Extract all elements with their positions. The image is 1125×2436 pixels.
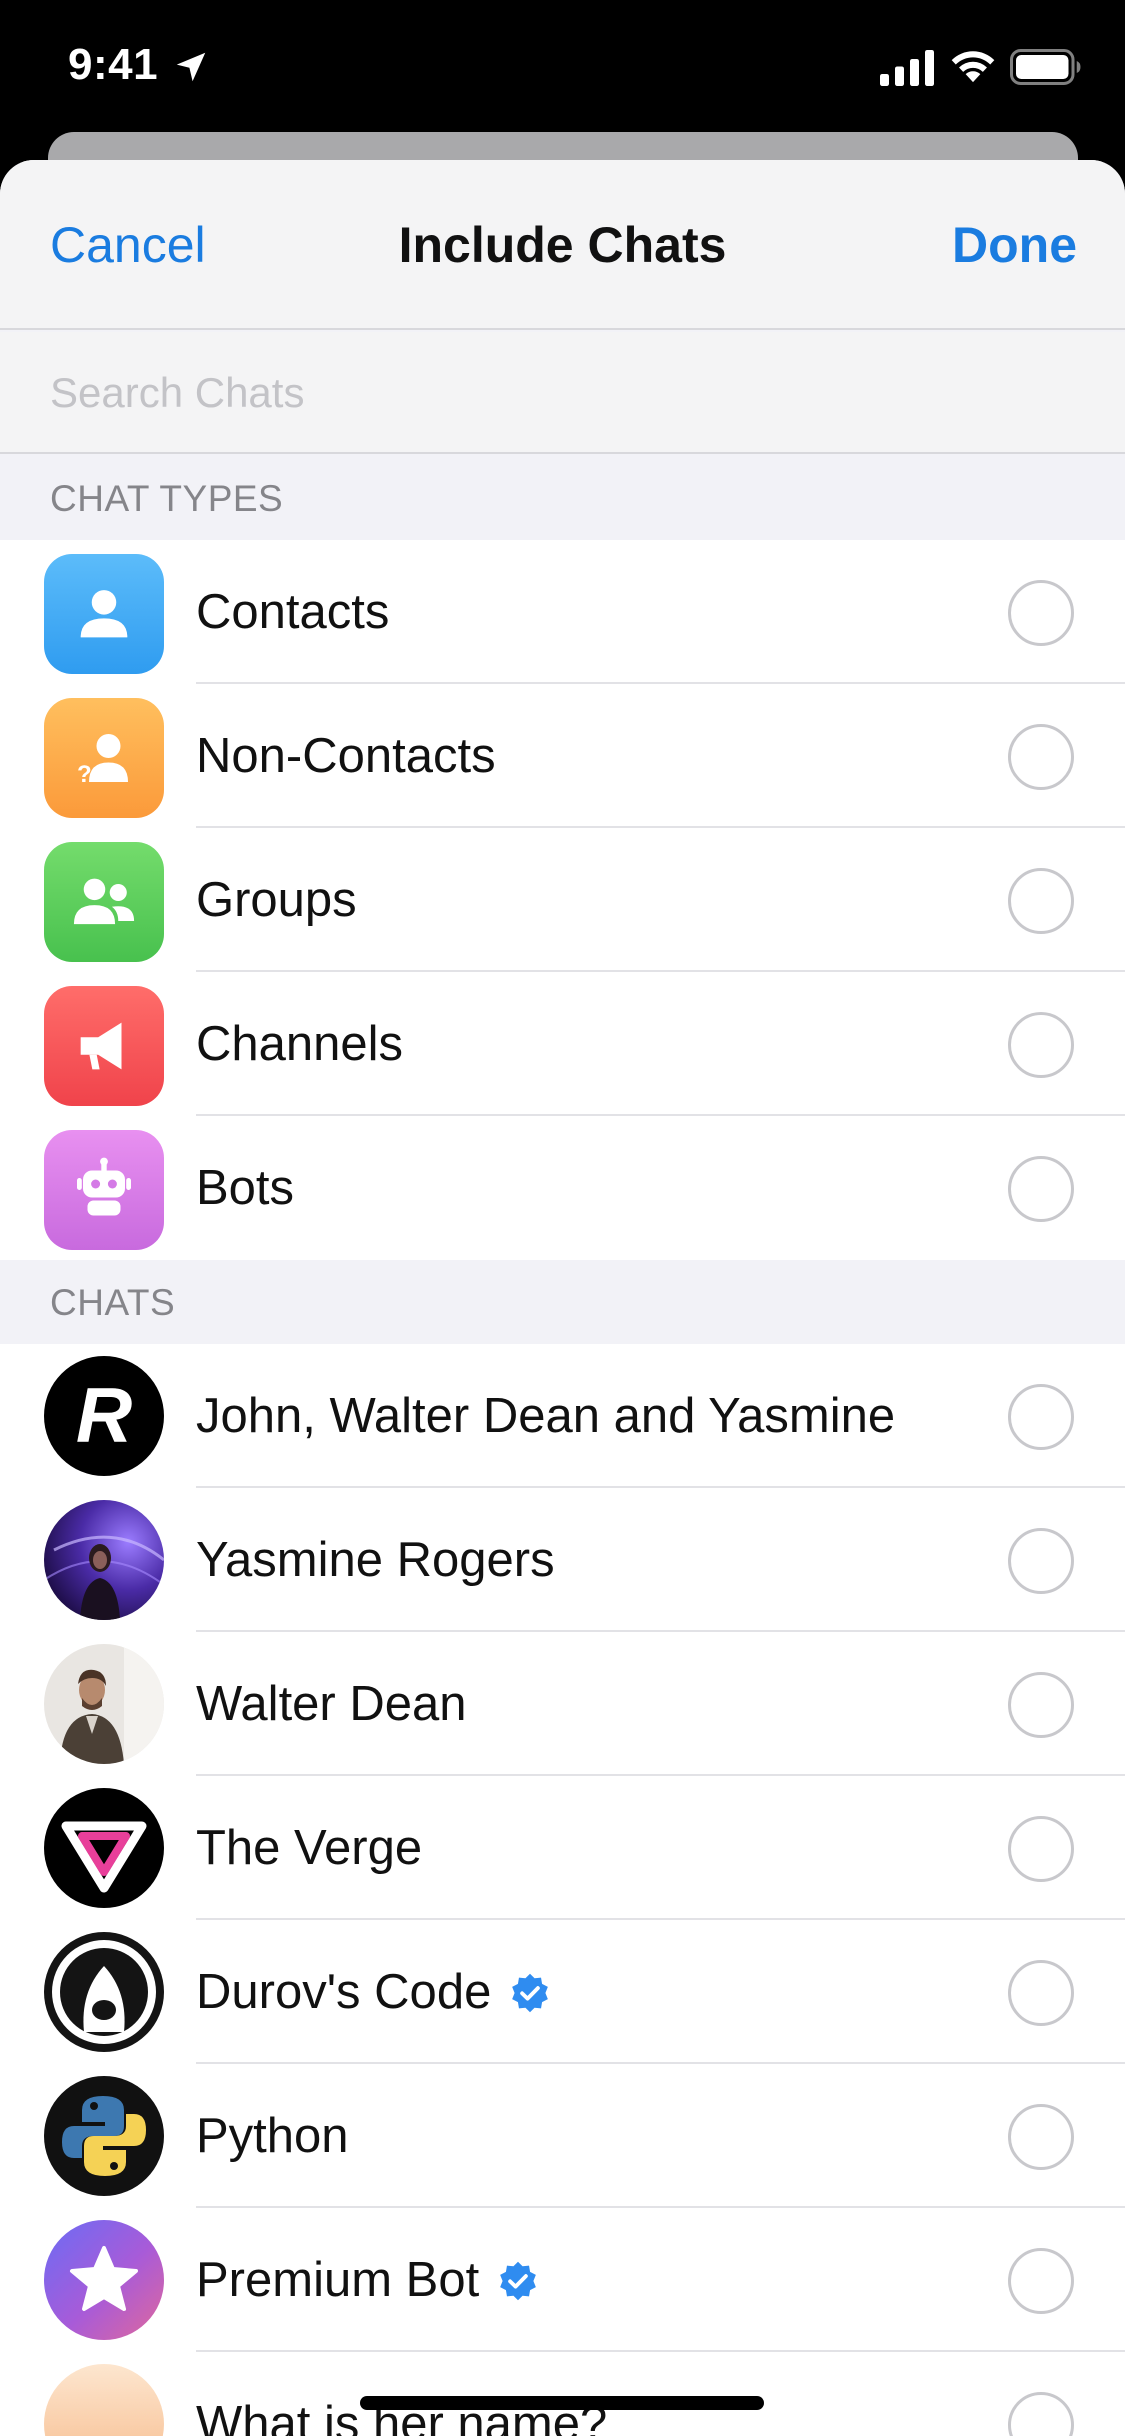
- selection-radio[interactable]: [1008, 1816, 1074, 1882]
- search-input[interactable]: [50, 362, 1050, 424]
- status-bar: 9:41: [0, 0, 1125, 150]
- chat-type-label: Contacts: [196, 585, 390, 639]
- chat-type-label: Groups: [196, 873, 357, 927]
- selection-radio[interactable]: [1008, 1528, 1074, 1594]
- chat-type-label: Channels: [196, 1017, 404, 1071]
- section-title: CHAT TYPES: [50, 478, 284, 519]
- group-icon: [44, 842, 164, 962]
- chat-name: Durov's Code: [196, 1964, 551, 2020]
- selection-radio[interactable]: [1008, 2104, 1074, 2170]
- status-time: 9:41: [68, 40, 159, 89]
- chat-row[interactable]: Walter Dean: [0, 1632, 1125, 1776]
- megaphone-icon: [44, 986, 164, 1106]
- search-bar: [0, 332, 1125, 454]
- verge-logo-avatar: [44, 1788, 164, 1908]
- chat-row[interactable]: The Verge: [0, 1776, 1125, 1920]
- selection-radio[interactable]: [1008, 580, 1074, 646]
- chat-type-bots[interactable]: Bots: [0, 1116, 1125, 1260]
- selection-radio[interactable]: [1008, 2248, 1074, 2314]
- section-header-chat-types: CHAT TYPES: [0, 456, 1125, 540]
- chat-row[interactable]: Python: [0, 2064, 1125, 2208]
- section-title: CHATS: [50, 1282, 176, 1323]
- selection-radio[interactable]: [1008, 724, 1074, 790]
- selection-radio[interactable]: [1008, 1012, 1074, 1078]
- section-header-chats: CHATS: [0, 1260, 1125, 1344]
- selection-radio[interactable]: [1008, 868, 1074, 934]
- chat-row[interactable]: What is her name?: [0, 2352, 1125, 2436]
- done-button[interactable]: Done: [952, 216, 1077, 274]
- chats-list: R John, Walter Dean and Yasmine Yasmine …: [0, 1344, 1125, 2436]
- star-avatar: [44, 2220, 164, 2340]
- chat-name: Premium Bot: [196, 2252, 539, 2308]
- home-indicator: [360, 2396, 764, 2410]
- chat-row[interactable]: Premium Bot: [0, 2208, 1125, 2352]
- robot-icon: [44, 1130, 164, 1250]
- selection-radio[interactable]: [1008, 1156, 1074, 1222]
- chat-type-contacts[interactable]: Contacts: [0, 540, 1125, 684]
- location-arrow-icon: [176, 52, 206, 82]
- photo-avatar-purple: [44, 1500, 164, 1620]
- svg-text:R: R: [76, 1371, 132, 1459]
- selection-radio[interactable]: [1008, 1672, 1074, 1738]
- chat-name: John, Walter Dean and Yasmine: [196, 1389, 896, 1443]
- photo-avatar-man: [44, 1644, 164, 1764]
- chat-name: Walter Dean: [196, 1677, 467, 1731]
- chat-row[interactable]: Durov's Code: [0, 1920, 1125, 2064]
- r-logo-avatar: R: [44, 1356, 164, 1476]
- chat-row[interactable]: R John, Walter Dean and Yasmine: [0, 1344, 1125, 1488]
- chat-type-channels[interactable]: Channels: [0, 972, 1125, 1116]
- svg-text:?: ?: [77, 761, 92, 788]
- python-logo-avatar: [44, 2076, 164, 2196]
- chat-type-non-contacts[interactable]: ? Non-Contacts: [0, 684, 1125, 828]
- navigation-bar: Cancel Include Chats Done: [0, 160, 1125, 330]
- chat-type-groups[interactable]: Groups: [0, 828, 1125, 972]
- chat-type-label: Non-Contacts: [196, 729, 496, 783]
- include-chats-sheet: Cancel Include Chats Done CHAT TYPES Con…: [0, 160, 1125, 2436]
- selection-radio[interactable]: [1008, 1384, 1074, 1450]
- selection-radio[interactable]: [1008, 2392, 1074, 2436]
- verified-badge-icon: [512, 1973, 549, 2013]
- chat-name: The Verge: [196, 1821, 423, 1875]
- chat-row[interactable]: Yasmine Rogers: [0, 1488, 1125, 1632]
- verified-badge-icon: [500, 2261, 537, 2301]
- chat-name: Yasmine Rogers: [196, 1533, 555, 1587]
- chat-type-label: Bots: [196, 1161, 295, 1215]
- peach-avatar: [44, 2364, 164, 2436]
- cellular-signal-icon: [880, 50, 934, 86]
- battery-icon: [1010, 49, 1081, 85]
- penguin-logo-avatar: [44, 1932, 164, 2052]
- wifi-icon: [951, 51, 995, 83]
- chat-name: Python: [196, 2109, 349, 2163]
- selection-radio[interactable]: [1008, 1960, 1074, 2026]
- chat-types-list: Contacts ? Non-Contacts Groups Channels: [0, 540, 1125, 1260]
- unknown-person-icon: ?: [44, 698, 164, 818]
- person-icon: [44, 554, 164, 674]
